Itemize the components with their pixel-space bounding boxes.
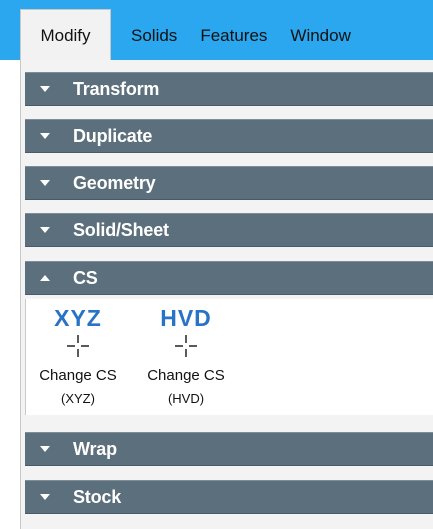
- change-cs-hvd-button[interactable]: HVD Change CS (HVD): [134, 299, 238, 415]
- section-solid-sheet[interactable]: Solid/Sheet: [25, 213, 433, 247]
- tab-features[interactable]: Features: [200, 9, 267, 60]
- chevron-down-icon: [25, 227, 59, 233]
- tool-label: Change CS: [147, 367, 225, 384]
- section-label: Stock: [73, 486, 122, 507]
- section-duplicate[interactable]: Duplicate: [25, 119, 433, 153]
- chevron-down-icon: [25, 446, 59, 452]
- section-label: Solid/Sheet: [73, 219, 169, 240]
- section-stock[interactable]: Stock: [25, 480, 433, 514]
- chevron-down-icon: [25, 133, 59, 139]
- chevron-up-icon: [25, 275, 59, 281]
- tab-label: Features: [200, 25, 268, 45]
- tab-label: Modify: [40, 26, 91, 45]
- tab-modify[interactable]: Modify: [20, 9, 111, 60]
- cs-tools-area: XYZ Change CS (XYZ) HVD Change CS (HVD): [25, 299, 433, 415]
- tab-bar: Modify Solids Features Window: [0, 0, 433, 60]
- change-cs-xyz-button[interactable]: XYZ Change CS (XYZ): [26, 299, 130, 415]
- tab-label: Solids: [131, 25, 178, 45]
- section-label: Duplicate: [73, 125, 153, 146]
- section-transform[interactable]: Transform: [25, 72, 433, 106]
- crosshair-icon: [67, 335, 89, 357]
- chevron-down-icon: [25, 86, 59, 92]
- chevron-down-icon: [25, 494, 59, 500]
- section-label: CS: [73, 267, 98, 288]
- section-label: Geometry: [73, 172, 156, 193]
- section-label: Transform: [73, 78, 160, 99]
- tool-big-label: XYZ: [54, 305, 102, 331]
- section-label: Wrap: [73, 438, 117, 459]
- crosshair-icon: [175, 335, 197, 357]
- chevron-down-icon: [25, 180, 59, 186]
- modify-panel: Transform Duplicate Geometry Solid/Sheet…: [20, 60, 433, 529]
- section-cs[interactable]: CS: [25, 261, 433, 295]
- tool-big-label: HVD: [160, 305, 212, 331]
- ribbon-window: Modify Solids Features Window Transform …: [0, 0, 433, 529]
- tab-solids[interactable]: Solids: [131, 9, 177, 60]
- tab-window[interactable]: Window: [290, 9, 350, 60]
- tab-label: Window: [290, 25, 351, 45]
- section-wrap[interactable]: Wrap: [25, 432, 433, 466]
- tool-sublabel: (XYZ): [61, 391, 95, 406]
- section-geometry[interactable]: Geometry: [25, 166, 433, 200]
- tool-sublabel: (HVD): [167, 391, 205, 406]
- tool-label: Change CS: [39, 367, 117, 384]
